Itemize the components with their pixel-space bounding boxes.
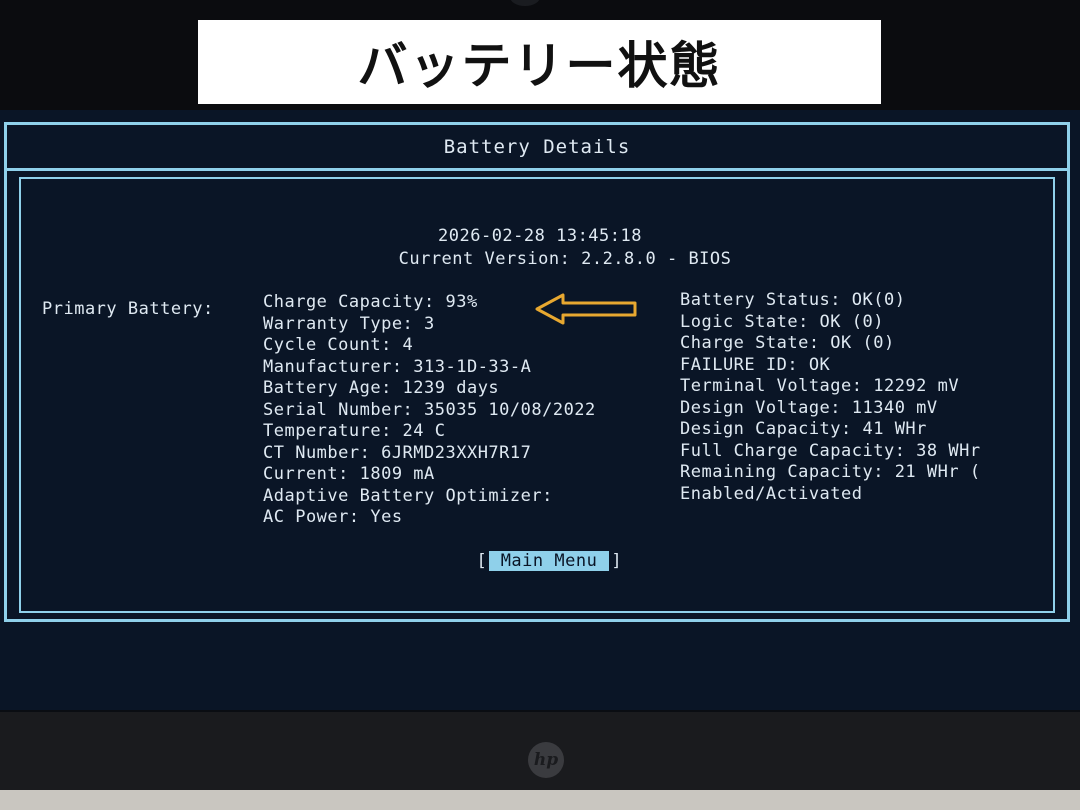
battery-age: Battery Age: 1239 days xyxy=(263,378,500,398)
webcam xyxy=(510,0,540,6)
main-menu-button[interactable]: [ Main Menu ] xyxy=(472,550,626,572)
remaining-capacity: Remaining Capacity: 21 WHr ( xyxy=(680,462,981,482)
design-voltage: Design Voltage: 11340 mV xyxy=(680,397,938,418)
logic-state: Logic State: OK (0) xyxy=(680,311,884,332)
serial-number: Serial Number: 35035 10/08/2022 xyxy=(263,399,596,420)
manufacturer: Manufacturer: 313-1D-33-A xyxy=(263,356,532,377)
current-version: Current Version: 2.2.8.0 - BIOS xyxy=(398,249,732,269)
bracket-close: ] xyxy=(611,551,622,571)
keyboard-deck xyxy=(0,790,1080,810)
hp-logo-icon: hp xyxy=(528,742,564,778)
full-charge-capacity: Full Charge Capacity: 38 WHr xyxy=(680,440,981,461)
battery-status: Battery Status: OK(0) xyxy=(680,290,906,310)
left-details: Charge Capacity: 93% Warranty Type: 3 Cy… xyxy=(263,292,596,529)
caption-banner: バッテリー状態 xyxy=(198,20,881,104)
cycle-count: Cycle Count: 4 xyxy=(263,335,414,355)
bracket-open: [ xyxy=(476,551,487,571)
ac-power: AC Power: Yes xyxy=(263,507,403,527)
right-details: Battery Status: OK(0) Logic State: OK (0… xyxy=(680,290,1050,505)
primary-battery-label: Primary Battery: xyxy=(42,299,214,319)
adaptive-battery-optimizer: Adaptive Battery Optimizer: xyxy=(263,485,553,506)
current: Current: 1809 mA xyxy=(263,464,435,484)
charge-state: Charge State: OK (0) xyxy=(680,333,895,353)
optimizer-status: Enabled/Activated xyxy=(680,483,863,504)
temperature: Temperature: 24 C xyxy=(263,421,446,441)
window-title: Battery Details xyxy=(7,125,1067,171)
left-arrow-icon xyxy=(535,293,637,325)
datetime: 2026-02-28 13:45:18 xyxy=(438,226,642,246)
terminal-voltage: Terminal Voltage: 12292 mV xyxy=(680,376,960,396)
brand-text: hp xyxy=(533,750,559,770)
main-menu-label: Main Menu xyxy=(488,551,610,571)
failure-id: FAILURE ID: OK xyxy=(680,354,831,375)
design-capacity: Design Capacity: 41 WHr xyxy=(680,419,927,439)
ct-number: CT Number: 6JRMD23XXH7R17 xyxy=(263,442,532,463)
